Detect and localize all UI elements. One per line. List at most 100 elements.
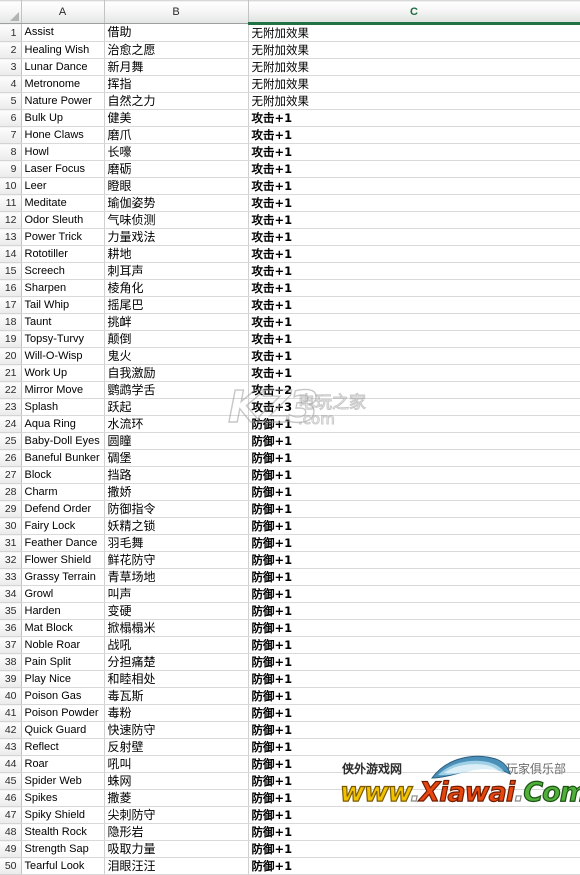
table-row[interactable]: 42 Quick Guard 快速防守 防御+1 [0,721,580,739]
row-header[interactable]: 33 [0,568,22,586]
cell-c[interactable]: 防御+1 [248,653,580,671]
cell-a[interactable]: Roar [21,755,105,773]
table-row[interactable]: 7 Hone Claws 磨爪 攻击+1 [0,126,580,144]
row-header[interactable]: 2 [0,41,22,59]
table-row[interactable]: 33 Grassy Terrain 青草场地 防御+1 [0,568,580,586]
table-row[interactable]: 31 Feather Dance 羽毛舞 防御+1 [0,534,580,552]
cell-b[interactable]: 毒瓦斯 [104,687,249,705]
cell-c[interactable]: 无附加效果 [248,23,580,42]
cell-a[interactable]: Screech [21,262,105,280]
cell-b[interactable]: 借助 [104,23,249,42]
table-row[interactable]: 30 Fairy Lock 妖精之锁 防御+1 [0,517,580,535]
cell-b[interactable]: 吼叫 [104,755,249,773]
cell-b[interactable]: 叫声 [104,585,249,603]
table-row[interactable]: 20 Will-O-Wisp 鬼火 攻击+1 [0,347,580,365]
cell-a[interactable]: Growl [21,585,105,603]
cell-a[interactable]: Poison Powder [21,704,105,722]
table-row[interactable]: 3 Lunar Dance 新月舞 无附加效果 [0,58,580,76]
cell-b[interactable]: 毒粉 [104,704,249,722]
cell-b[interactable]: 撒菱 [104,789,249,807]
cell-c[interactable]: 防御+1 [248,857,580,875]
row-header[interactable]: 8 [0,143,22,161]
row-header[interactable]: 40 [0,687,22,705]
cell-c[interactable]: 防御+1 [248,806,580,824]
cell-b[interactable]: 泪眼汪汪 [104,857,249,875]
table-row[interactable]: 47 Spiky Shield 尖刺防守 防御+1 [0,806,580,824]
cell-c[interactable]: 防御+1 [248,483,580,501]
row-header[interactable]: 24 [0,415,22,433]
row-header[interactable]: 46 [0,789,22,807]
cell-c[interactable]: 攻击+1 [248,211,580,229]
table-row[interactable]: 29 Defend Order 防御指令 防御+1 [0,500,580,518]
column-header-a[interactable]: A [21,0,105,24]
row-header[interactable]: 14 [0,245,22,263]
cell-a[interactable]: Charm [21,483,105,501]
cell-b[interactable]: 鬼火 [104,347,249,365]
table-row[interactable]: 41 Poison Powder 毒粉 防御+1 [0,704,580,722]
table-row[interactable]: 9 Laser Focus 磨砺 攻击+1 [0,160,580,178]
cell-c[interactable]: 防御+1 [248,602,580,620]
row-header[interactable]: 26 [0,449,22,467]
cell-a[interactable]: Quick Guard [21,721,105,739]
spreadsheet-grid[interactable]: A B C 1 Assist 借助 无附加效果 2 Healing Wish 治愈之愿 无附加… [0,0,580,875]
cell-a[interactable]: Laser Focus [21,160,105,178]
cell-c[interactable]: 攻击+1 [248,160,580,178]
row-header[interactable]: 16 [0,279,22,297]
row-header[interactable]: 50 [0,857,22,875]
table-row[interactable]: 34 Growl 叫声 防御+1 [0,585,580,603]
cell-a[interactable]: Spider Web [21,772,105,790]
cell-c[interactable]: 无附加效果 [248,75,580,93]
row-header[interactable]: 30 [0,517,22,535]
table-row[interactable]: 44 Roar 吼叫 防御+1 [0,755,580,773]
row-header[interactable]: 45 [0,772,22,790]
cell-b[interactable]: 防御指令 [104,500,249,518]
select-all-corner[interactable] [0,0,22,24]
cell-b[interactable]: 变硬 [104,602,249,620]
cell-b[interactable]: 磨爪 [104,126,249,144]
cell-b[interactable]: 掀榻榻米 [104,619,249,637]
cell-c[interactable]: 无附加效果 [248,58,580,76]
table-row[interactable]: 5 Nature Power 自然之力 无附加效果 [0,92,580,110]
row-header[interactable]: 39 [0,670,22,688]
cell-b[interactable]: 颠倒 [104,330,249,348]
cell-a[interactable]: Poison Gas [21,687,105,705]
cell-c[interactable]: 攻击+1 [248,313,580,331]
cell-a[interactable]: Leer [21,177,105,195]
cell-c[interactable]: 防御+1 [248,551,580,569]
cell-c[interactable]: 攻击+1 [248,109,580,127]
cell-c[interactable]: 防御+1 [248,823,580,841]
row-header[interactable]: 11 [0,194,22,212]
cell-a[interactable]: Meditate [21,194,105,212]
cell-b[interactable]: 吸取力量 [104,840,249,858]
cell-b[interactable]: 健美 [104,109,249,127]
table-row[interactable]: 37 Noble Roar 战吼 防御+1 [0,636,580,654]
row-header[interactable]: 23 [0,398,22,416]
cell-c[interactable]: 攻击+1 [248,228,580,246]
cell-a[interactable]: Splash [21,398,105,416]
cell-b[interactable]: 分担痛楚 [104,653,249,671]
table-row[interactable]: 32 Flower Shield 鲜花防守 防御+1 [0,551,580,569]
cell-c[interactable]: 防御+1 [248,772,580,790]
row-header[interactable]: 6 [0,109,22,127]
cell-b[interactable]: 撒娇 [104,483,249,501]
row-header[interactable]: 12 [0,211,22,229]
table-row[interactable]: 17 Tail Whip 摇尾巴 攻击+1 [0,296,580,314]
cell-b[interactable]: 摇尾巴 [104,296,249,314]
cell-a[interactable]: Grassy Terrain [21,568,105,586]
cell-c[interactable]: 攻击+3 [248,398,580,416]
row-header[interactable]: 42 [0,721,22,739]
cell-b[interactable]: 棱角化 [104,279,249,297]
cell-b[interactable]: 磨砺 [104,160,249,178]
row-header[interactable]: 32 [0,551,22,569]
column-header-c[interactable]: C [248,0,580,25]
cell-c[interactable]: 防御+1 [248,738,580,756]
cell-b[interactable]: 瞪眼 [104,177,249,195]
cell-a[interactable]: Sharpen [21,279,105,297]
table-row[interactable]: 49 Strength Sap 吸取力量 防御+1 [0,840,580,858]
row-header[interactable]: 31 [0,534,22,552]
table-row[interactable]: 8 Howl 长嚎 攻击+1 [0,143,580,161]
row-header[interactable]: 20 [0,347,22,365]
cell-a[interactable]: Fairy Lock [21,517,105,535]
cell-a[interactable]: Spiky Shield [21,806,105,824]
cell-a[interactable]: Taunt [21,313,105,331]
